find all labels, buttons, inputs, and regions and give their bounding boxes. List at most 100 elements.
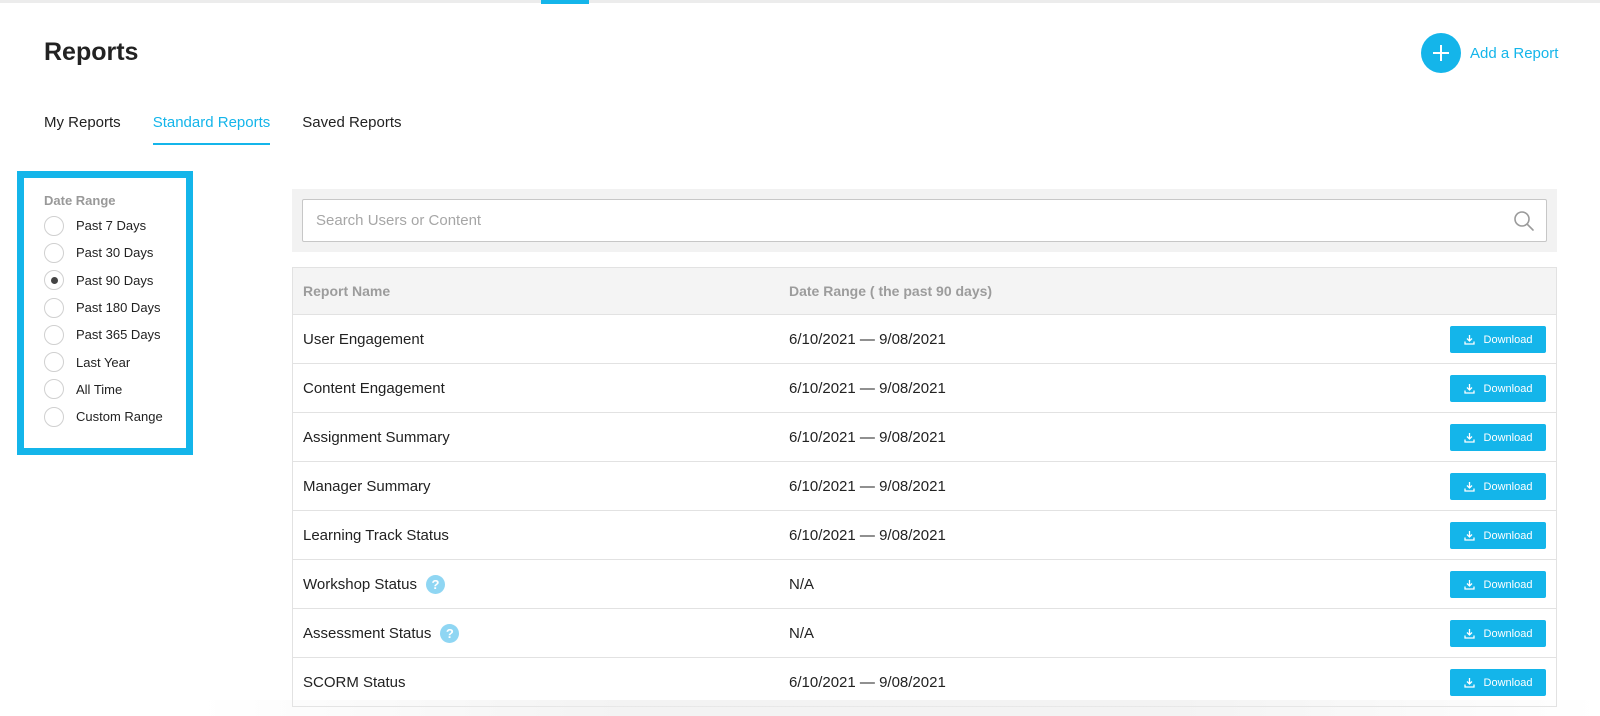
tab-standard-reports[interactable]: Standard Reports [152, 114, 271, 145]
date-range-cell: N/A [789, 576, 815, 593]
download-icon [1463, 384, 1475, 394]
download-label[interactable]: Download [1484, 530, 1533, 542]
download-button[interactable]: Download [1450, 522, 1546, 549]
date-range-cell: 6/10/2021 — 9/08/2021 [789, 478, 946, 495]
radio-button[interactable] [44, 406, 64, 427]
report-name-cell: Assessment Status? [303, 609, 460, 658]
download-label[interactable]: Download [1484, 628, 1533, 640]
radio-label: Custom Range [76, 409, 163, 425]
download-label[interactable]: Download [1484, 432, 1533, 444]
add-report-label[interactable]: Add a Report [1470, 45, 1558, 62]
radio-label: Past 90 Days [76, 272, 154, 288]
search-icon[interactable] [1513, 210, 1535, 232]
table-row: Assessment Status? N/A Download [293, 609, 1556, 658]
download-icon [1463, 335, 1475, 345]
table-row: Workshop Status? N/A Download [293, 560, 1556, 609]
radio-button[interactable] [44, 242, 64, 263]
download-button[interactable]: Download [1450, 669, 1546, 696]
report-name: Assignment Summary [303, 429, 450, 446]
download-label[interactable]: Download [1484, 383, 1533, 395]
date-range-option[interactable]: Past 365 Days [44, 321, 186, 348]
radio-label: Past 365 Days [76, 327, 161, 343]
report-name: Content Engagement [303, 380, 445, 397]
report-name-cell: Workshop Status? [303, 560, 445, 609]
date-range-option[interactable]: Last Year [44, 348, 186, 375]
download-button[interactable]: Download [1450, 620, 1546, 647]
download-label[interactable]: Download [1484, 579, 1533, 591]
search-box[interactable] [302, 199, 1547, 242]
report-name-cell: Content Engagement [303, 364, 445, 413]
bottom-shadow [200, 700, 1600, 716]
table-body: User Engagement 6/10/2021 — 9/08/2021 Down… [293, 315, 1556, 707]
date-range-option[interactable]: All Time [44, 376, 186, 403]
radio-button[interactable] [44, 324, 64, 345]
radio-label: Last Year [76, 354, 131, 370]
radio-button[interactable] [44, 270, 64, 291]
date-range-cell: 6/10/2021 — 9/08/2021 [789, 429, 946, 446]
date-range-option[interactable]: Custom Range [44, 403, 186, 430]
filter-title: Date Range [44, 193, 116, 208]
nav-active-indicator [541, 0, 589, 4]
report-name-cell: User Engagement [303, 315, 424, 364]
search-panel [292, 189, 1557, 252]
table-row: Learning Track Status 6/10/2021 — 9/08/20… [293, 511, 1556, 560]
radio-label: Past 30 Days [76, 245, 154, 261]
download-icon [1463, 531, 1475, 541]
download-label[interactable]: Download [1484, 334, 1533, 346]
date-range-option[interactable]: Past 30 Days [44, 239, 186, 266]
table-row: Content Engagement 6/10/2021 — 9/08/2021 D… [293, 364, 1556, 413]
download-label[interactable]: Download [1484, 481, 1533, 493]
top-divider [0, 0, 1600, 3]
radio-label: Past 180 Days [76, 300, 161, 316]
radio-label: All Time [76, 381, 123, 397]
report-name: Learning Track Status [303, 527, 449, 544]
date-range-option[interactable]: Past 180 Days [44, 294, 186, 321]
download-label[interactable]: Download [1484, 677, 1533, 689]
column-header-date-range: Date Range ( the past 90 days) [789, 283, 993, 299]
report-name: Workshop Status [303, 576, 417, 593]
radio-button[interactable] [44, 352, 64, 373]
report-name-cell: Learning Track Status [303, 511, 449, 560]
table-row: User Engagement 6/10/2021 — 9/08/2021 Down… [293, 315, 1556, 364]
report-name: User Engagement [303, 331, 424, 348]
download-icon [1463, 482, 1475, 492]
date-range-cell: 6/10/2021 — 9/08/2021 [789, 527, 946, 544]
date-range-filter: Date Range Past 7 Days Past 30 Days Past 9… [17, 171, 193, 455]
date-range-cell: 6/10/2021 — 9/08/2021 [789, 331, 946, 348]
download-button[interactable]: Download [1450, 424, 1546, 451]
reports-table: Report Name Date Range ( the past 90 day… [292, 267, 1557, 707]
page-title: Reports [44, 38, 139, 66]
report-name: Assessment Status [303, 625, 432, 642]
help-icon[interactable]: ? [440, 624, 460, 643]
report-name: Manager Summary [303, 478, 431, 495]
radio-button[interactable] [44, 379, 64, 400]
tab-saved-reports[interactable]: Saved Reports [302, 114, 401, 145]
download-button[interactable]: Download [1450, 473, 1546, 500]
report-tabs: My Reports Standard Reports Saved Report… [44, 114, 434, 145]
table-row: Manager Summary 6/10/2021 — 9/08/2021 Down… [293, 462, 1556, 511]
radio-button[interactable] [44, 215, 64, 236]
download-button[interactable]: Download [1450, 571, 1546, 598]
date-range-cell: 6/10/2021 — 9/08/2021 [789, 380, 946, 397]
report-name-cell: Manager Summary [303, 462, 431, 511]
table-row: Assignment Summary 6/10/2021 — 9/08/2021 D… [293, 413, 1556, 462]
download-button[interactable]: Download [1450, 375, 1546, 402]
add-report-button[interactable]: Add a Report [1421, 33, 1558, 73]
table-header: Report Name Date Range ( the past 90 day… [293, 268, 1556, 315]
download-icon [1463, 629, 1475, 639]
download-icon [1463, 678, 1475, 688]
download-button[interactable]: Download [1450, 326, 1546, 353]
search-input[interactable] [316, 200, 1496, 241]
report-name-cell: Assignment Summary [303, 413, 450, 462]
tab-my-reports[interactable]: My Reports [44, 114, 121, 145]
date-range-option[interactable]: Past 7 Days [44, 212, 186, 239]
date-range-cell: N/A [789, 625, 815, 642]
help-icon[interactable]: ? [425, 575, 445, 594]
radio-label: Past 7 Days [76, 218, 147, 234]
plus-icon[interactable] [1421, 33, 1461, 73]
date-range-option[interactable]: Past 90 Days [44, 267, 186, 294]
download-icon [1463, 433, 1475, 443]
download-icon [1463, 580, 1475, 590]
date-range-options: Past 7 Days Past 30 Days Past 90 Days Past … [44, 212, 186, 430]
radio-button[interactable] [44, 297, 64, 318]
